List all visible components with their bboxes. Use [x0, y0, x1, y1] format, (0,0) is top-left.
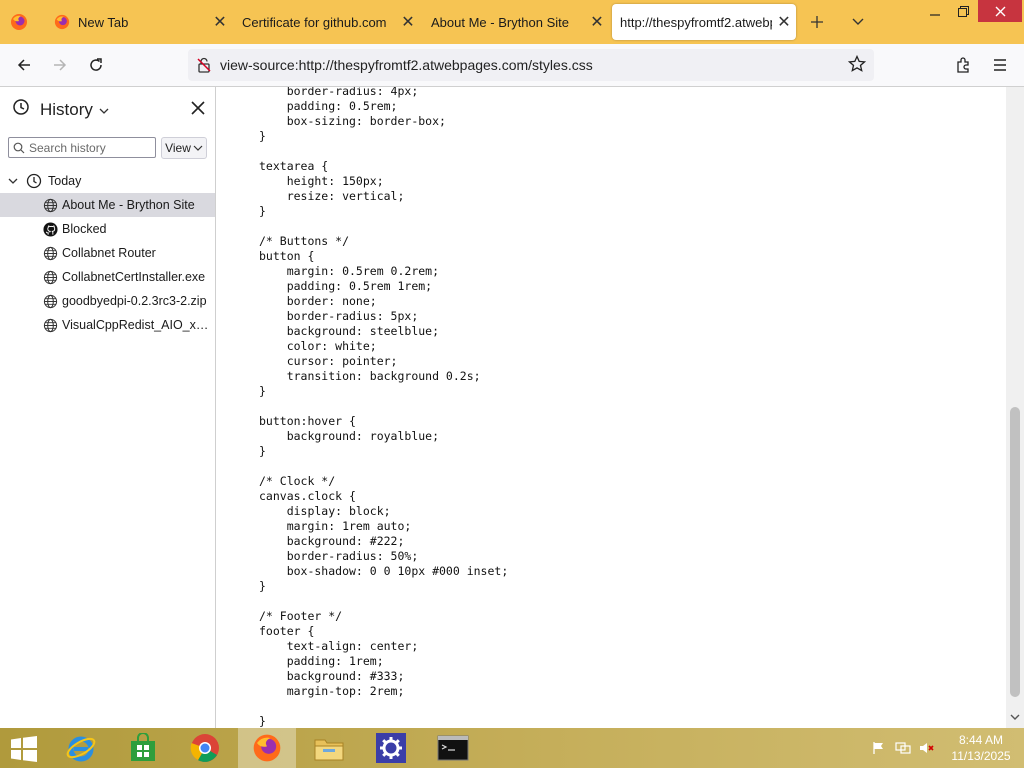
history-item[interactable]: CollabnetCertInstaller.exe — [0, 265, 215, 289]
group-label: Today — [48, 174, 82, 188]
firefox-view-icon[interactable] — [6, 10, 32, 34]
clock-icon — [26, 173, 42, 189]
history-item[interactable]: VisualCppRedist_AIO_x86_... — [0, 313, 215, 337]
tab-close-icon[interactable]: ✕ — [772, 10, 796, 34]
store-icon[interactable] — [114, 728, 172, 768]
window-close-button[interactable] — [978, 0, 1022, 22]
history-tree: Today About Me - Brython Site Blocked Co… — [0, 169, 215, 337]
chrome-icon[interactable] — [176, 728, 234, 768]
search-history-field[interactable] — [8, 137, 156, 158]
navigation-toolbar: view-source:http://thespyfromtf2.atwebpa… — [0, 44, 1024, 87]
url-bar[interactable]: view-source:http://thespyfromtf2.atwebpa… — [188, 49, 874, 81]
tab-close-icon[interactable]: ✕ — [585, 10, 609, 34]
back-button[interactable] — [10, 52, 38, 78]
extensions-icon[interactable] — [950, 52, 978, 78]
expand-twisty-icon[interactable] — [8, 177, 20, 185]
start-button[interactable] — [10, 736, 38, 767]
globe-icon — [42, 293, 58, 309]
file-explorer-icon[interactable] — [300, 728, 358, 768]
history-group-today[interactable]: Today — [0, 169, 215, 193]
view-button-label: View — [165, 141, 191, 155]
history-item[interactable]: Collabnet Router — [0, 241, 215, 265]
tab-styles-css[interactable]: http://thespyfromtf2.atwebpages.com/styl… — [612, 4, 796, 40]
command-prompt-icon[interactable] — [424, 728, 482, 768]
tab-about-me[interactable]: About Me - Brython Site ✕ — [423, 4, 609, 40]
history-item-label: About Me - Brython Site — [62, 198, 195, 212]
minimize-button[interactable] — [920, 0, 950, 22]
scroll-down-arrow-icon[interactable] — [1010, 713, 1020, 724]
url-text[interactable]: view-source:http://thespyfromtf2.atwebpa… — [220, 57, 593, 73]
history-item[interactable]: About Me - Brython Site — [0, 193, 215, 217]
reload-button[interactable] — [82, 52, 110, 78]
system-tray: 8:44 AM 11/13/2025 — [866, 728, 1024, 768]
forward-button[interactable] — [46, 52, 74, 78]
network-icon[interactable] — [892, 737, 914, 759]
taskbar-clock[interactable]: 8:44 AM 11/13/2025 — [938, 732, 1024, 764]
globe-icon — [42, 269, 58, 285]
new-tab-button[interactable] — [805, 10, 829, 34]
history-item-label: Collabnet Router — [62, 246, 156, 260]
source-code-text[interactable]: border-radius: 4px; padding: 0.5rem; box… — [259, 87, 508, 728]
restore-button[interactable] — [948, 0, 978, 22]
history-icon — [12, 98, 30, 121]
clock-date: 11/13/2025 — [951, 749, 1011, 763]
history-item[interactable]: goodbyedpi-0.2.3rc3-2.zip — [0, 289, 215, 313]
github-icon — [42, 221, 58, 237]
tab-certificate[interactable]: Certificate for github.com ✕ — [234, 4, 420, 40]
tab-title: Certificate for github.com — [242, 14, 387, 30]
view-menu-button[interactable]: View — [161, 137, 207, 159]
history-item-label: goodbyedpi-0.2.3rc3-2.zip — [62, 294, 207, 308]
sidebar-switcher[interactable]: History — [12, 98, 109, 121]
settings-icon[interactable] — [362, 728, 420, 768]
tab-new-tab[interactable]: New Tab ✕ — [46, 4, 232, 40]
search-history-input[interactable] — [29, 140, 149, 155]
insecure-connection-icon[interactable] — [196, 57, 212, 78]
sidebar-title: History — [40, 99, 93, 119]
scrollbar-thumb[interactable] — [1010, 407, 1020, 697]
tab-close-icon[interactable]: ✕ — [208, 10, 232, 34]
history-item-label: Blocked — [62, 222, 107, 236]
windows-taskbar: 8:44 AM 11/13/2025 — [0, 728, 1024, 768]
volume-muted-icon[interactable] — [916, 737, 938, 759]
tab-close-icon[interactable]: ✕ — [396, 10, 420, 34]
internet-explorer-icon[interactable] — [52, 728, 110, 768]
chevron-down-icon — [99, 100, 109, 120]
bookmark-star-icon[interactable] — [847, 54, 867, 78]
view-source-content[interactable]: border-radius: 4px; padding: 0.5rem; box… — [216, 87, 1006, 728]
globe-icon — [42, 197, 58, 213]
chevron-down-icon — [193, 145, 203, 151]
history-item-label: VisualCppRedist_AIO_x86_... — [62, 318, 214, 332]
firefox-taskbar-icon[interactable] — [238, 728, 296, 768]
action-center-flag-icon[interactable] — [868, 737, 890, 759]
firefox-icon — [54, 14, 70, 30]
sidebar-close-button[interactable] — [187, 97, 209, 119]
vertical-scrollbar[interactable] — [1006, 87, 1024, 728]
tab-title: http://thespyfromtf2.atwebpages.com/styl… — [620, 14, 772, 30]
tab-strip: New Tab ✕ Certificate for github.com ✕ A… — [0, 0, 1024, 44]
globe-icon — [42, 317, 58, 333]
list-all-tabs-button[interactable] — [846, 10, 870, 34]
history-sidebar: History View Today About — [0, 87, 216, 728]
globe-icon — [42, 245, 58, 261]
history-item[interactable]: Blocked — [0, 217, 215, 241]
tab-title: New Tab — [78, 14, 129, 30]
clock-time: 8:44 AM — [958, 733, 1004, 747]
history-item-label: CollabnetCertInstaller.exe — [62, 270, 206, 284]
tab-title: About Me - Brython Site — [431, 14, 570, 30]
app-menu-icon[interactable] — [986, 52, 1014, 78]
search-icon — [13, 141, 25, 159]
